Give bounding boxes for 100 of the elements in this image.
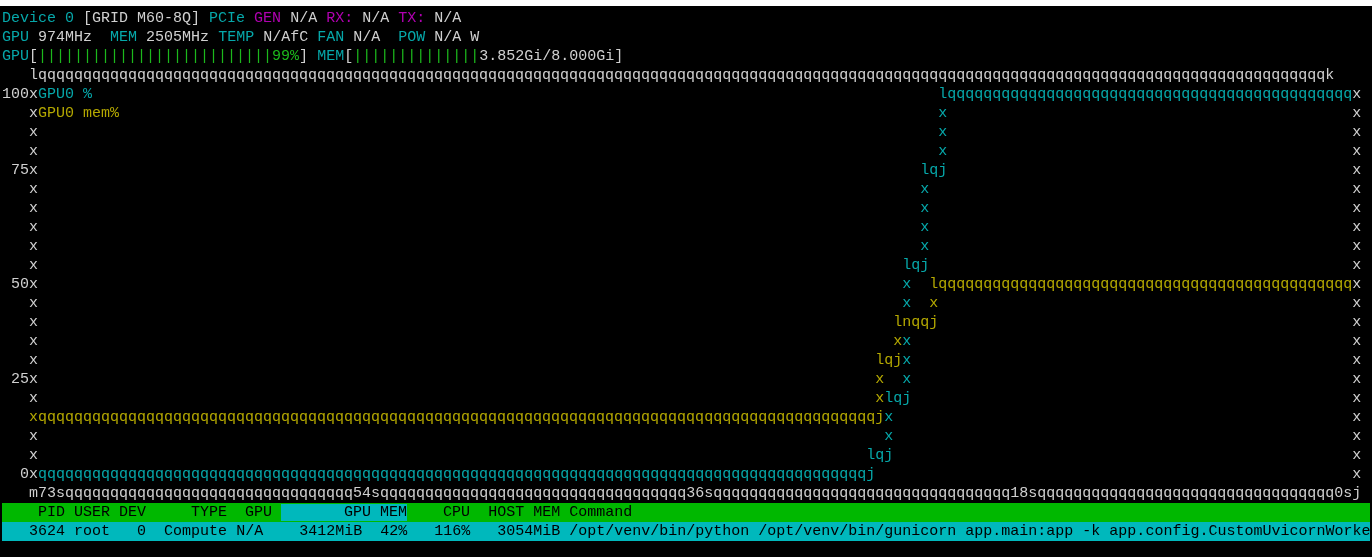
stat-value: N/A [362, 10, 390, 27]
table-cell: N/A [236, 523, 264, 540]
chart-frame: x [29, 238, 39, 255]
chart-frame: x [1352, 181, 1362, 198]
usage-value: 99% [272, 48, 300, 65]
stat-value: 974MHz [38, 29, 93, 46]
stat-value: N/AfC [263, 29, 309, 46]
table-cell: Compute [164, 523, 228, 540]
gpu-line: lqj [884, 390, 912, 407]
gpu-line: x [920, 181, 930, 198]
column-header[interactable]: GPU [227, 504, 282, 521]
table-cell: 3412MiB 42% [299, 523, 408, 540]
chart-frame: x [1352, 352, 1362, 369]
chart-frame: x [1352, 276, 1362, 293]
chart-frame: qqqqqqqqqqqqqqqqqqqqqqqqqqqqqqqqqq [380, 485, 687, 502]
gpu-line: x [902, 295, 912, 312]
chart-frame: x [29, 219, 39, 236]
stat-label: POW [398, 29, 426, 46]
chart-frame: x [29, 352, 39, 369]
gpu-line: x [920, 200, 930, 217]
column-header[interactable]: DEV [110, 504, 147, 521]
mem-line: x [875, 371, 885, 388]
legend-label: GPU0 mem% [38, 105, 120, 122]
axis-label: 75 [11, 162, 30, 179]
column-header[interactable]: HOST MEM [470, 504, 561, 521]
gpu-line: x [902, 352, 912, 369]
gpu-line: qqqqqqqqqqqqqqqqqqqqqqqqqqqqqqqqqqqqqqqqqqqqqqqqqqqqqqqqqqqqqqqqqqqqqqqqqqqqqqqqqqqqqqqqqqqqj [38, 466, 876, 483]
gpu-line: x [938, 105, 948, 122]
axis-label: 0s [1334, 485, 1353, 502]
column-header[interactable]: TYPE [146, 504, 228, 521]
stat-label: GPU [2, 48, 29, 65]
chart-frame: x [1352, 409, 1362, 426]
chart-frame: x [1352, 371, 1362, 388]
column-header[interactable]: PID [2, 504, 65, 521]
chart-frame: x [1352, 428, 1362, 445]
mem-line: lqqqqqqqqqqqqqqqqqqqqqqqqqqqqqqqqqqqqqqqqqqqqqq [929, 276, 1353, 293]
axis-label: 36s [686, 485, 714, 502]
gpu-line: x [902, 333, 912, 350]
chart-frame: x [1352, 314, 1362, 331]
chart-frame: x [29, 86, 39, 103]
chart-frame: qqqqqqqqqqqqqqqqqqqqqqqqqqqqqqqqq [713, 485, 1011, 502]
column-header[interactable]: USER [65, 504, 111, 521]
chart-frame: x [29, 200, 39, 217]
chart-frame: j [1352, 485, 1362, 502]
table-cell: root [74, 523, 111, 540]
chart-frame: x [1352, 447, 1362, 464]
stat-value: N/A [434, 10, 462, 27]
table-cell: 3054MiB [497, 523, 561, 540]
chart-frame: x [1352, 466, 1362, 483]
gpu-line: lqj [866, 447, 894, 464]
chart-frame: x [1352, 295, 1362, 312]
chart-frame: x [1352, 390, 1362, 407]
process-row[interactable]: 3624 root 0 Compute N/A 3412MiB 42% 116% 3054MiB /opt/venv/bin/python /opt/venv/bin/gunicorn app.main:app -k app.config.CustomUvicornWorke [2, 522, 1371, 541]
gpu-line: lqj [920, 162, 948, 179]
stat-label: FAN [317, 29, 345, 46]
mem-line: x [929, 295, 939, 312]
chart-frame: x [1352, 162, 1362, 179]
stat-label: Device 0 [2, 10, 74, 27]
chart-frame: x [29, 333, 39, 350]
axis-label: 25 [11, 371, 30, 388]
stat-label: MEM [110, 29, 138, 46]
chart-frame: x [1352, 257, 1362, 274]
mem-line: x [893, 333, 903, 350]
stat-label: TEMP [218, 29, 255, 46]
axis-label: 73s [38, 485, 66, 502]
chart-frame: qqqqqqqqqqqqqqqqqqqqqqqqqqqqqqqq [65, 485, 354, 502]
chart-frame: x [29, 257, 39, 274]
gpu-line: x [884, 409, 894, 426]
chart-frame: x [1352, 86, 1362, 103]
chart-frame: lqqqqqqqqqqqqqqqqqqqqqqqqqqqqqqqqqqqqqqqqqqqqqqqqqqqqqqqqqqqqqqqqqqqqqqqqqqqqqqqqqqqqqqqqqqqqqqqqqqqqqqqqqqqqqqqqqqqqqqqqqqqqqqqqqqqqqqqqqqqqqqqk [29, 67, 1335, 84]
chart-frame: x [1352, 124, 1362, 141]
chart-frame: qqqqqqqqqqqqqqqqqqqqqqqqqqqqqqqqq [1037, 485, 1335, 502]
gpu-line: x [920, 238, 930, 255]
chart-frame: x [29, 162, 39, 179]
stat-label: GEN [254, 10, 282, 27]
mem-line: lnqqj [893, 314, 939, 331]
stat-label: RX: [326, 10, 354, 27]
chart-frame: x [29, 390, 39, 407]
gpu-line: lqqqqqqqqqqqqqqqqqqqqqqqqqqqqqqqqqqqqqqqqqqqqq [938, 86, 1353, 103]
chart-frame: x [29, 124, 39, 141]
gpu-line: x [902, 276, 912, 293]
chart-frame: m [29, 485, 39, 502]
gpu-line: x [938, 143, 948, 160]
stat-value: N/A W [434, 29, 480, 46]
chart-frame: x [29, 466, 39, 483]
stat-value: 2505MHz [146, 29, 210, 46]
axis-label: 0 [20, 466, 30, 483]
axis-label: 18s [1010, 485, 1038, 502]
gpu-line: lqj [902, 257, 930, 274]
axis-label: 54s [353, 485, 381, 502]
column-header[interactable]: Command [560, 504, 633, 521]
chart-frame: x [29, 295, 39, 312]
meter-bracket: ] [299, 48, 309, 65]
axis-label: 100 [2, 86, 29, 103]
column-header[interactable]: CPU [407, 504, 471, 521]
chart-frame: x [29, 428, 39, 445]
axis-label: 50 [11, 276, 30, 293]
stat-label: PCIe [209, 10, 246, 27]
table-cell: 3624 [29, 523, 66, 540]
column-header[interactable]: GPU MEM [281, 504, 408, 521]
